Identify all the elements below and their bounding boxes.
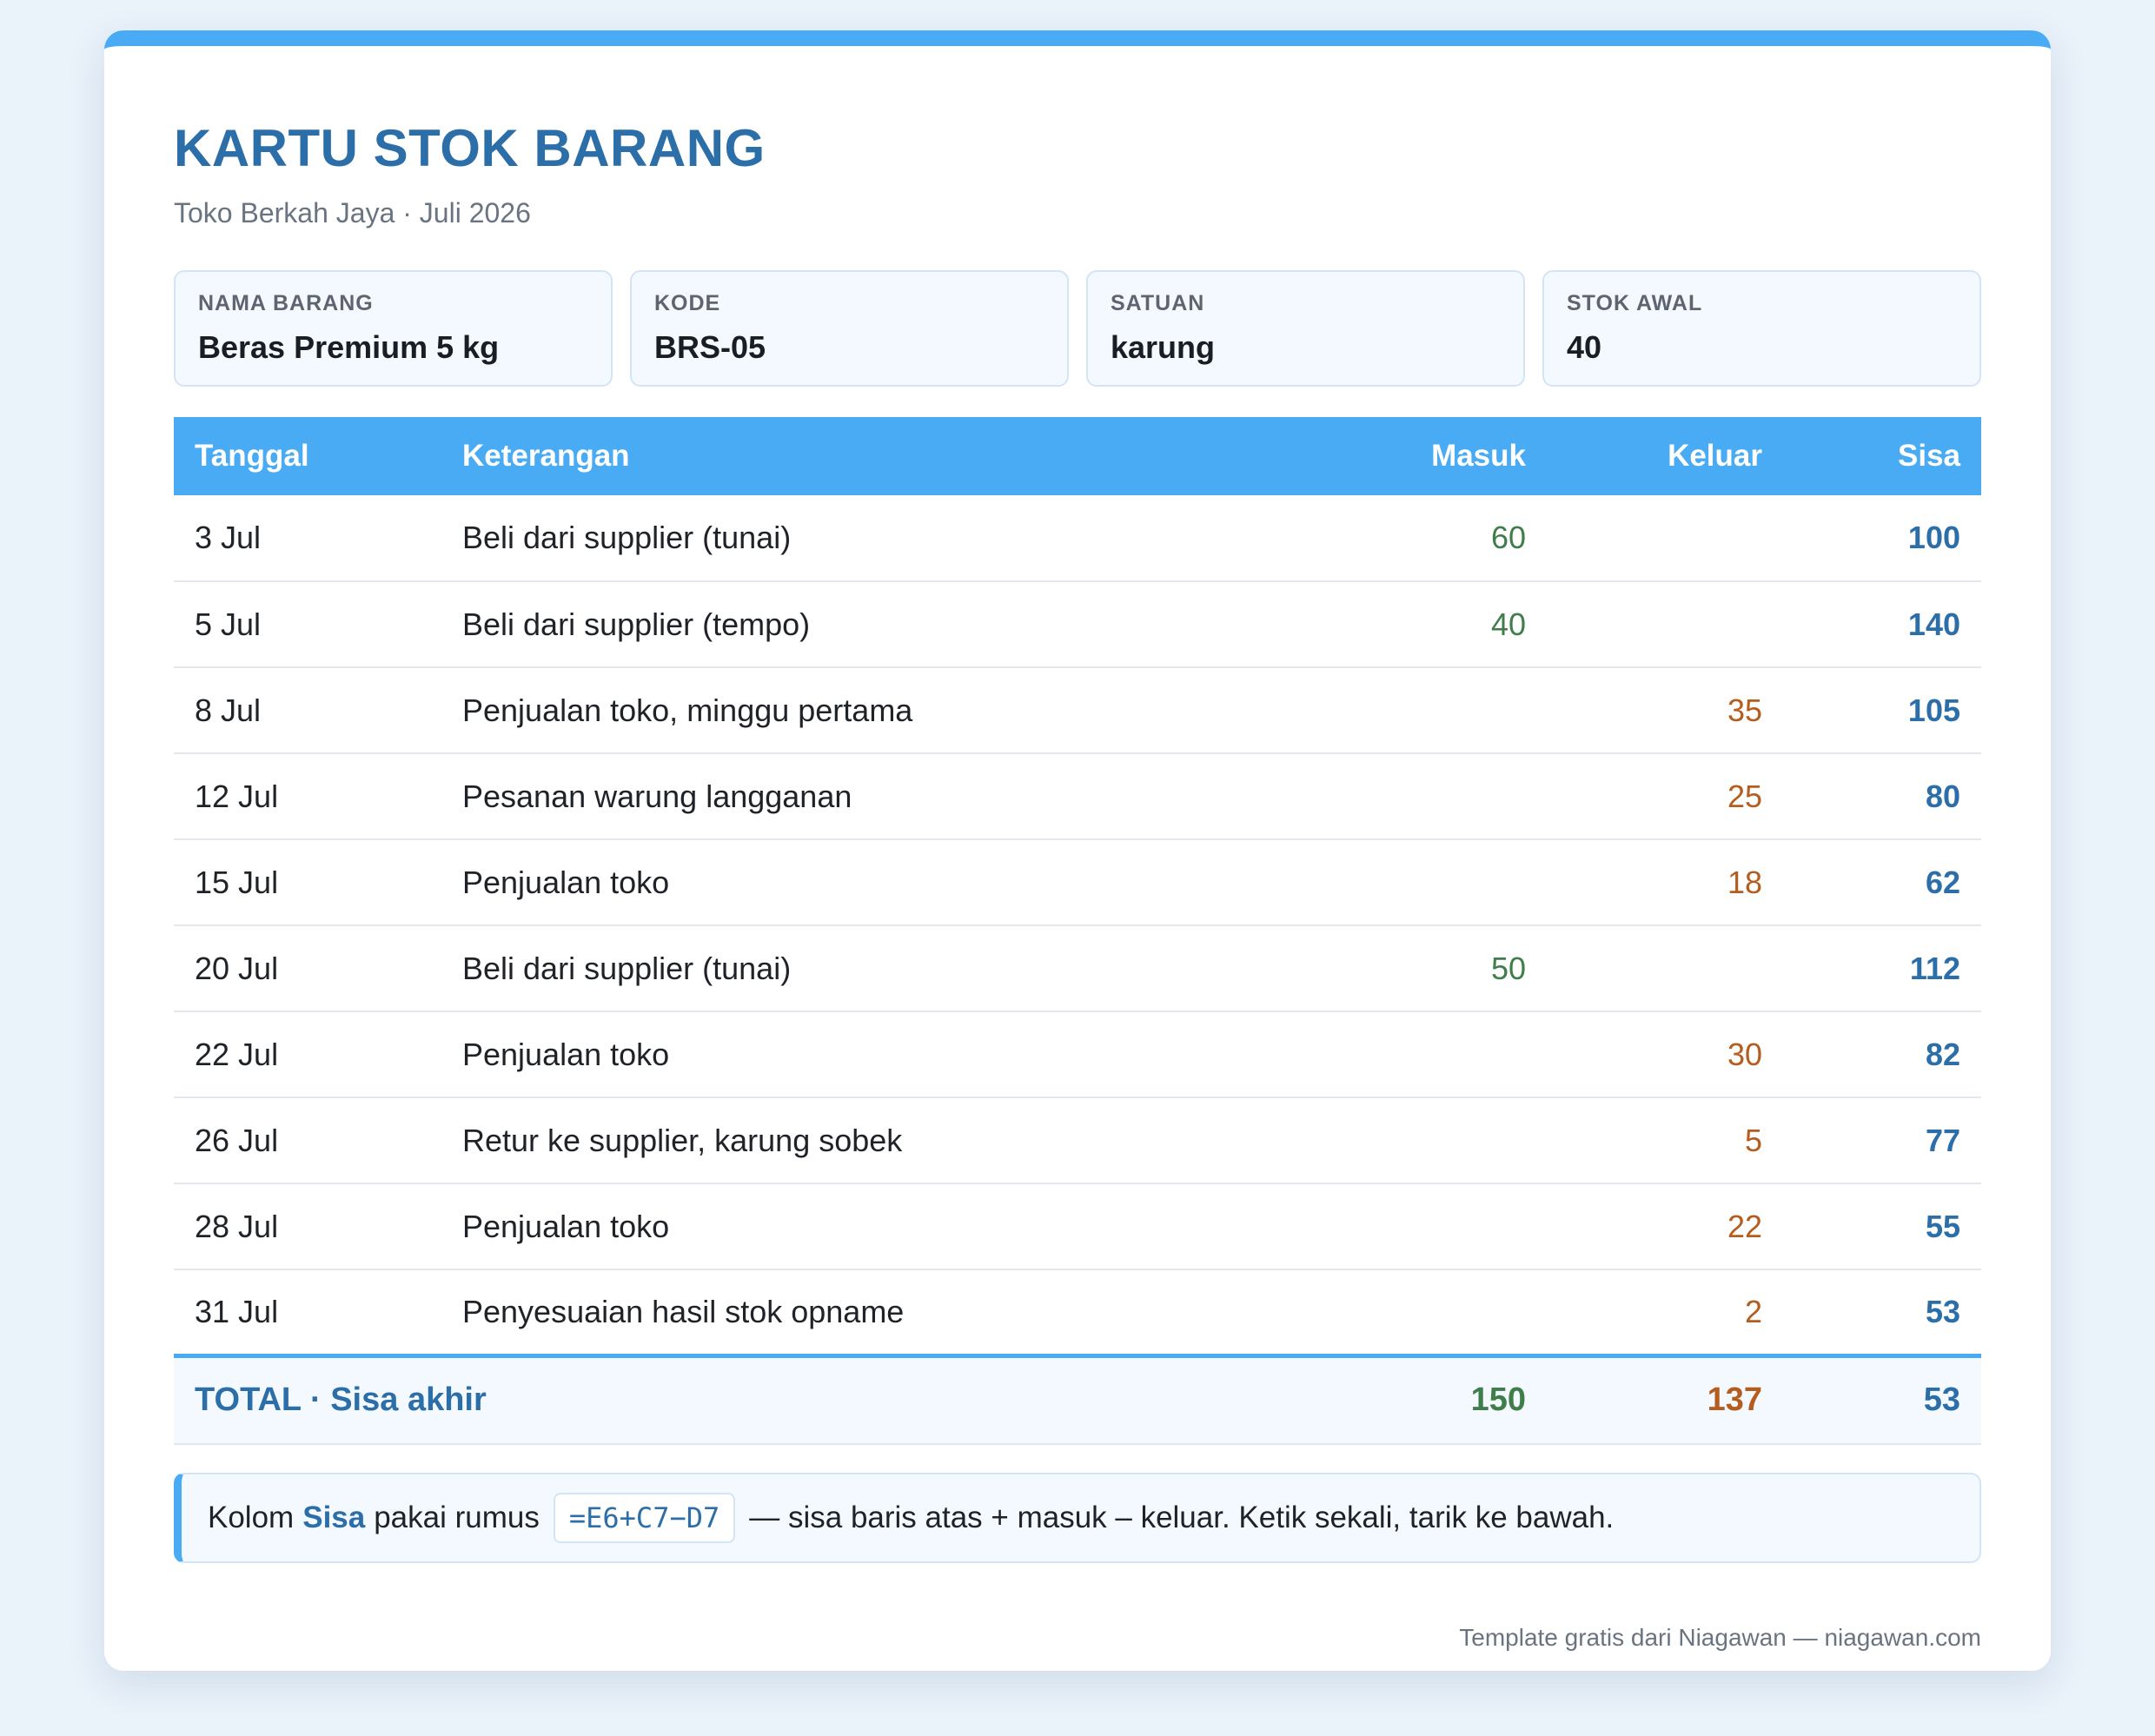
table-row: 22 Jul Penjualan toko 30 82	[174, 1011, 1981, 1098]
cell-balance: 55	[1783, 1183, 1981, 1270]
cell-out: 35	[1547, 667, 1783, 754]
cell-in: 50	[1336, 925, 1547, 1012]
column-header-date: Tanggal	[174, 417, 441, 495]
info-opening-stock: STOK AWAL 40	[1542, 270, 1981, 387]
table-row: 26 Jul Retur ke supplier, karung sobek 5 77	[174, 1097, 1981, 1184]
cell-out: 22	[1547, 1183, 1783, 1270]
cell-in	[1336, 1183, 1547, 1270]
cell-date: 3 Jul	[174, 495, 441, 582]
table-row: 3 Jul Beli dari supplier (tunai) 60 100	[174, 495, 1981, 582]
cell-description: Penjualan toko	[441, 1183, 1336, 1270]
table-row: 28 Jul Penjualan toko 22 55	[174, 1183, 1981, 1270]
cell-balance: 112	[1783, 925, 1981, 1012]
cell-date: 28 Jul	[174, 1183, 441, 1270]
table-row: 12 Jul Pesanan warung langganan 25 80	[174, 753, 1981, 840]
info-label: NAMA BARANG	[198, 291, 374, 315]
table-row: 5 Jul Beli dari supplier (tempo) 40 140	[174, 581, 1981, 668]
info-value: BRS-05	[654, 329, 766, 365]
table-header-row: Tanggal Keterangan Masuk Keluar Sisa	[174, 417, 1981, 495]
column-header-balance: Sisa	[1783, 417, 1981, 495]
note-prefix: Kolom	[208, 1501, 295, 1534]
cell-in	[1336, 839, 1547, 926]
info-label: SATUAN	[1111, 291, 1205, 315]
column-header-description: Keterangan	[441, 417, 1336, 495]
cell-out	[1547, 581, 1783, 668]
cell-description: Beli dari supplier (tunai)	[441, 495, 1336, 582]
info-item-name: NAMA BARANG Beras Premium 5 kg	[174, 270, 613, 387]
cell-balance: 82	[1783, 1011, 1981, 1098]
note-suffix: — sisa baris atas + masuk – keluar. Keti…	[749, 1501, 1615, 1534]
cell-out: 18	[1547, 839, 1783, 926]
item-info: NAMA BARANG Beras Premium 5 kg KODE BRS-…	[174, 270, 1981, 387]
formula-code: =E6+C7−D7	[553, 1493, 736, 1543]
cell-description: Penjualan toko	[441, 1011, 1336, 1098]
cell-in	[1336, 1097, 1547, 1184]
table-row: 20 Jul Beli dari supplier (tunai) 50 112	[174, 925, 1981, 1012]
info-unit: SATUAN karung	[1086, 270, 1525, 387]
column-header-out: Keluar	[1547, 417, 1783, 495]
table-row: 8 Jul Penjualan toko, minggu pertama 35 105	[174, 667, 1981, 754]
cell-out	[1547, 495, 1783, 582]
cell-in: 40	[1336, 581, 1547, 668]
total-label: TOTAL · Sisa akhir	[174, 1353, 1336, 1445]
table-row: 15 Jul Penjualan toko 18 62	[174, 839, 1981, 926]
cell-in	[1336, 667, 1547, 754]
cell-balance: 62	[1783, 839, 1981, 926]
note-highlight: Sisa	[302, 1501, 366, 1534]
page-title: KARTU STOK BARANG	[174, 119, 766, 177]
info-value: Beras Premium 5 kg	[198, 329, 500, 365]
cell-date: 8 Jul	[174, 667, 441, 754]
cell-date: 22 Jul	[174, 1011, 441, 1098]
total-balance: 53	[1783, 1353, 1981, 1445]
footer-credit: Template gratis dari Niagawan — niagawan…	[1459, 1624, 1981, 1651]
formula-note: Kolom Sisa pakai rumus =E6+C7−D7 — sisa …	[174, 1473, 1981, 1563]
column-header-in: Masuk	[1336, 417, 1547, 495]
cell-date: 15 Jul	[174, 839, 441, 926]
total-in: 150	[1336, 1353, 1547, 1445]
cell-description: Pesanan warung langganan	[441, 753, 1336, 840]
cell-description: Beli dari supplier (tunai)	[441, 925, 1336, 1012]
stock-card: KARTU STOK BARANG Toko Berkah Jaya · Jul…	[104, 30, 2051, 1671]
cell-balance: 53	[1783, 1269, 1981, 1356]
table-row: 31 Jul Penyesuaian hasil stok opname 2 53	[174, 1269, 1981, 1356]
cell-description: Retur ke supplier, karung sobek	[441, 1097, 1336, 1184]
cell-date: 12 Jul	[174, 753, 441, 840]
cell-date: 26 Jul	[174, 1097, 441, 1184]
cell-balance: 140	[1783, 581, 1981, 668]
total-row: TOTAL · Sisa akhir 150 137 53	[174, 1353, 1981, 1445]
cell-out	[1547, 925, 1783, 1012]
info-label: KODE	[654, 291, 721, 315]
cell-in: 60	[1336, 495, 1547, 582]
cell-balance: 105	[1783, 667, 1981, 754]
cell-description: Penjualan toko	[441, 839, 1336, 926]
cell-in	[1336, 1011, 1547, 1098]
cell-balance: 77	[1783, 1097, 1981, 1184]
cell-out: 2	[1547, 1269, 1783, 1356]
info-value: karung	[1111, 329, 1216, 365]
info-value: 40	[1567, 329, 1602, 365]
cell-out: 30	[1547, 1011, 1783, 1098]
cell-out: 25	[1547, 753, 1783, 840]
cell-in	[1336, 1269, 1547, 1356]
page-subtitle: Toko Berkah Jaya · Juli 2026	[174, 197, 531, 229]
info-item-code: KODE BRS-05	[630, 270, 1069, 387]
cell-description: Beli dari supplier (tempo)	[441, 581, 1336, 668]
cell-date: 31 Jul	[174, 1269, 441, 1356]
cell-in	[1336, 753, 1547, 840]
cell-balance: 100	[1783, 495, 1981, 582]
note-middle: pakai rumus	[374, 1501, 540, 1534]
total-out: 137	[1547, 1353, 1783, 1445]
stock-table: Tanggal Keterangan Masuk Keluar Sisa 3 J…	[174, 417, 1981, 1445]
cell-balance: 80	[1783, 753, 1981, 840]
cell-description: Penjualan toko, minggu pertama	[441, 667, 1336, 754]
info-label: STOK AWAL	[1567, 291, 1703, 315]
cell-out: 5	[1547, 1097, 1783, 1184]
cell-date: 5 Jul	[174, 581, 441, 668]
cell-description: Penyesuaian hasil stok opname	[441, 1269, 1336, 1356]
cell-date: 20 Jul	[174, 925, 441, 1012]
